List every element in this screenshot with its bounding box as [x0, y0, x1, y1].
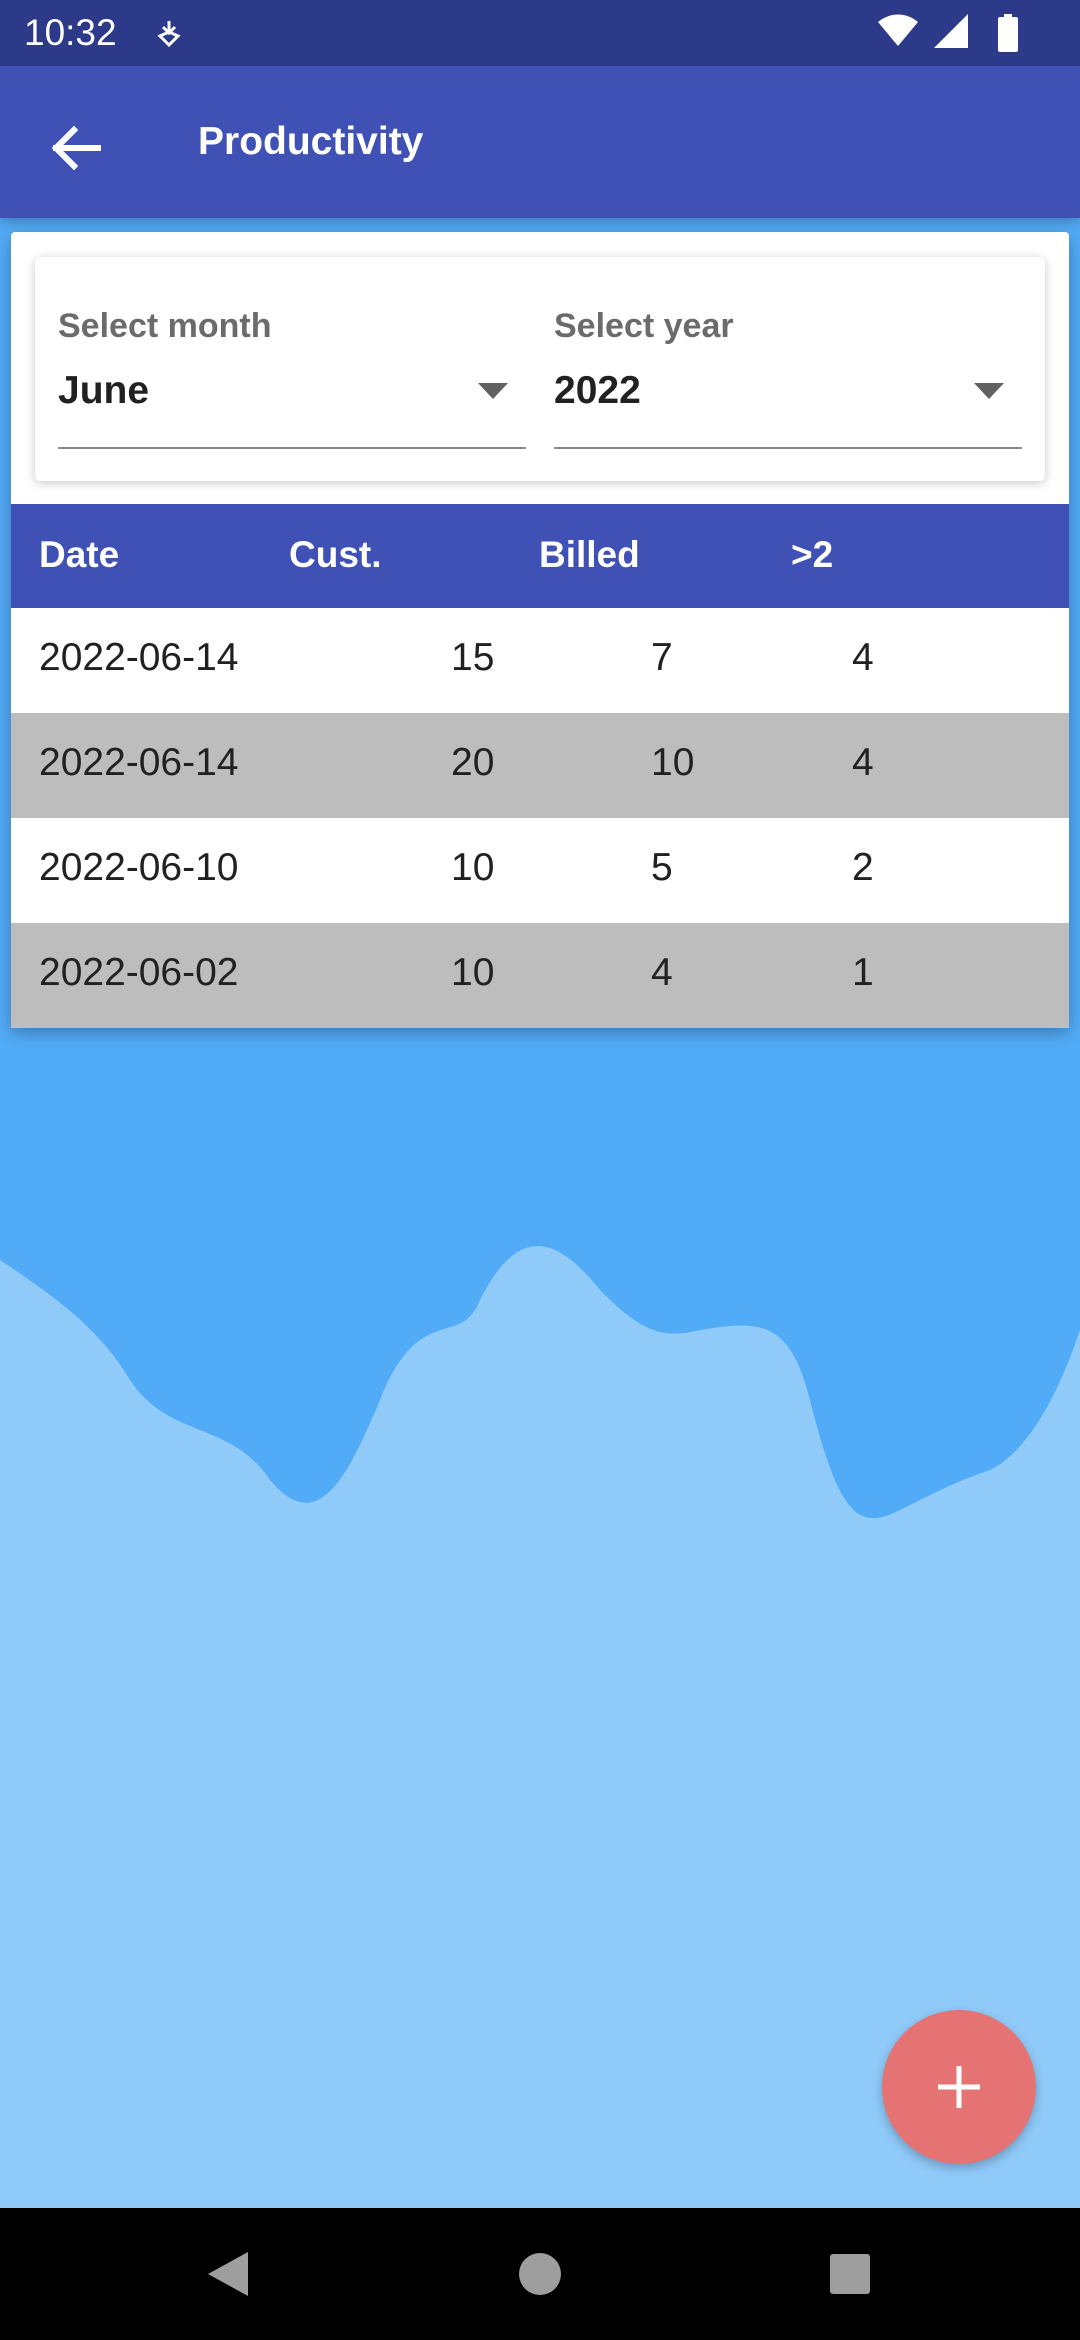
cell-date: 2022-06-10: [39, 846, 239, 889]
month-select-underline: [58, 447, 526, 449]
cell-billed: 5: [651, 846, 673, 889]
arrow-back-icon[interactable]: [40, 112, 112, 184]
plus-icon: [938, 2066, 980, 2108]
table-row[interactable]: 2022-06-02 10 4 1: [11, 923, 1069, 1028]
cell-billed: 4: [651, 951, 673, 994]
cell-date: 2022-06-14: [39, 741, 239, 784]
status-bar: 10:32: [0, 0, 1080, 66]
productivity-card: Select month June Select year 2022 Date …: [11, 232, 1069, 1028]
cell-billed: 7: [651, 636, 673, 679]
column-header-billed: Billed: [539, 534, 640, 575]
page-title: Productivity: [198, 120, 424, 163]
column-header-customers: Cust.: [289, 534, 382, 575]
cell-over-two: 4: [852, 636, 874, 679]
cell-date: 2022-06-14: [39, 636, 239, 679]
status-time: 10:32: [24, 12, 117, 53]
battery-icon: [998, 14, 1018, 52]
table-row[interactable]: 2022-06-10 10 5 2: [11, 818, 1069, 923]
cellular-signal-icon: [934, 14, 968, 48]
productivity-table: Date Cust. Billed >2 2022-06-14 15 7 4 2…: [11, 504, 1069, 1028]
nav-recents-button[interactable]: [810, 2234, 890, 2314]
download-sync-icon: [157, 21, 181, 48]
cell-over-two: 2: [852, 846, 874, 889]
table-row[interactable]: 2022-06-14 15 7 4: [11, 608, 1069, 713]
chevron-down-icon: [478, 383, 508, 399]
cell-date: 2022-06-02: [39, 951, 239, 994]
cell-billed: 10: [651, 741, 695, 784]
year-select-underline: [554, 447, 1022, 449]
table-row[interactable]: 2022-06-14 20 10 4: [11, 713, 1069, 818]
cell-over-two: 1: [852, 951, 874, 994]
filter-panel: Select month June Select year 2022: [35, 257, 1045, 481]
home-circle-icon: [519, 2253, 561, 2295]
add-entry-button[interactable]: [882, 2010, 1036, 2164]
column-header-date: Date: [39, 534, 120, 575]
cell-customers: 10: [451, 951, 495, 994]
nav-home-button[interactable]: [500, 2234, 580, 2314]
cell-customers: 20: [451, 741, 495, 784]
month-select-label: Select month: [58, 307, 272, 345]
year-select-value: 2022: [554, 369, 641, 412]
recents-square-icon: [830, 2254, 870, 2294]
chevron-down-icon: [974, 383, 1004, 399]
month-select-value: June: [58, 369, 150, 412]
column-header-over-two: >2: [791, 534, 834, 575]
back-triangle-icon: [208, 2252, 248, 2296]
year-select-label: Select year: [554, 307, 734, 345]
wifi-icon: [878, 14, 918, 46]
app-bar: Productivity: [0, 66, 1080, 218]
cell-customers: 15: [451, 636, 495, 679]
cell-customers: 10: [451, 846, 495, 889]
year-select[interactable]: Select year 2022: [554, 257, 1022, 481]
nav-back-button[interactable]: [190, 2234, 270, 2314]
cell-over-two: 4: [852, 741, 874, 784]
system-navigation-bar: [0, 2208, 1080, 2340]
month-select[interactable]: Select month June: [58, 257, 526, 481]
table-header: Date Cust. Billed >2: [11, 504, 1069, 608]
